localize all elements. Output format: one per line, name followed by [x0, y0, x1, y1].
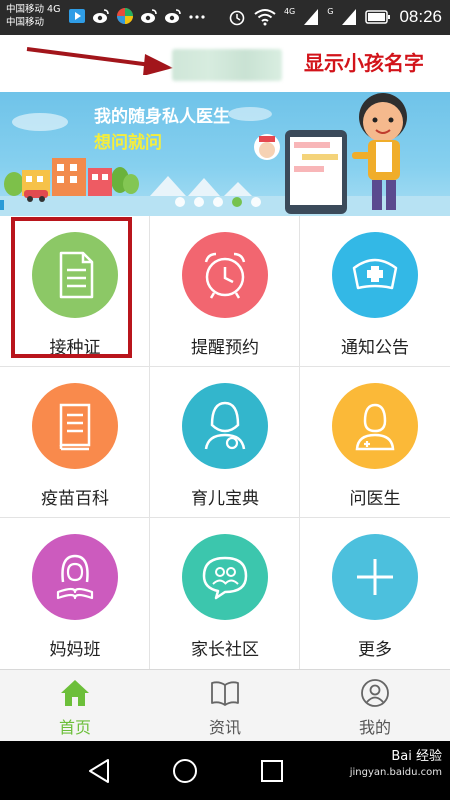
alarm-clock-icon: [204, 252, 246, 299]
weibo-icon: [93, 9, 109, 23]
tab-news[interactable]: 资讯: [150, 670, 300, 742]
menu-icon-circle: [332, 232, 418, 318]
system-navigation-bar: Bai 经验 jingyan.baidu.com: [0, 741, 450, 800]
mother-icon: [204, 401, 246, 450]
tab-mine[interactable]: 我的: [300, 670, 450, 742]
menu-icon-circle: [332, 534, 418, 620]
menu-item-parent-community[interactable]: 家长社区: [150, 518, 300, 669]
status-bar: 中国移动 4G 中国移动 4G G 08:26: [0, 0, 450, 35]
carousel-dot[interactable]: [213, 197, 223, 207]
carrier-2: 中国移动: [6, 17, 45, 28]
menu-icon-circle: [332, 383, 418, 469]
menu-icon-circle: [32, 534, 118, 620]
banner-title: 我的随身私人医生: [94, 107, 230, 127]
menu-item-parenting-guide[interactable]: 育儿宝典: [150, 367, 300, 518]
status-right: 4G G 08:26: [228, 7, 442, 27]
alarm-icon: [229, 10, 245, 26]
banner-edge-mark: [0, 200, 4, 210]
menu-label: 问医生: [349, 489, 401, 509]
signal-icon-2: [342, 9, 357, 25]
carousel-dot[interactable]: [194, 197, 204, 207]
watermark-text: Bai 经验: [391, 749, 442, 764]
media-icon: [69, 9, 85, 23]
carousel-dot-active[interactable]: [232, 197, 242, 207]
annotation-arrow: [26, 47, 173, 75]
child-name-header: 显示小孩名字: [0, 35, 450, 92]
annotation-highlight-box: [11, 217, 132, 358]
user-icon: [361, 679, 389, 707]
app-icon: [117, 8, 133, 24]
wifi-icon: [254, 9, 276, 26]
network-label-2: G: [327, 6, 334, 16]
menu-label: 更多: [358, 640, 392, 660]
carrier-1: 中国移动 4G: [6, 4, 61, 15]
menu-item-vaccine-encyclopedia[interactable]: 疫苗百科: [0, 367, 150, 518]
clock: 08:26: [399, 7, 442, 26]
tab-label: 我的: [358, 718, 391, 737]
plus-icon: [357, 559, 393, 595]
carousel-dot[interactable]: [251, 197, 261, 207]
menu-icon-circle: [182, 534, 268, 620]
annotation-text: 显示小孩名字: [304, 51, 424, 75]
more-icon: [189, 15, 205, 19]
child-name: [172, 49, 282, 81]
weibo-icon: [141, 9, 157, 23]
bottom-navigation: 首页 资讯 我的: [0, 669, 450, 741]
menu-icon-circle: [32, 383, 118, 469]
home-icon: [61, 680, 89, 706]
tab-label: 资讯: [208, 718, 241, 737]
open-book-icon: [211, 681, 239, 706]
menu-label: 家长社区: [191, 640, 259, 660]
menu-label: 疫苗百科: [41, 489, 109, 509]
carousel-dot[interactable]: [175, 197, 185, 207]
notification-icons: [68, 7, 206, 25]
menu-label: 提醒预约: [191, 338, 259, 358]
menu-item-announcements[interactable]: 通知公告: [300, 216, 450, 367]
menu-icon-circle: [182, 232, 268, 318]
doctor-icon: [355, 403, 395, 451]
menu-item-ask-doctor[interactable]: 问医生: [300, 367, 450, 518]
battery-icon: [365, 10, 391, 24]
carrier-info: 中国移动 4G 中国移动: [6, 3, 60, 29]
nurse-cap-icon: [352, 258, 398, 290]
home-button-icon[interactable]: [171, 757, 199, 785]
menu-item-reminder-appointment[interactable]: 提醒预约: [150, 216, 300, 367]
woman-reading-icon: [56, 554, 94, 600]
menu-item-mom-class[interactable]: 妈妈班: [0, 518, 150, 669]
menu-item-more[interactable]: 更多: [300, 518, 450, 669]
promo-banner[interactable]: 我的随身私人医生 想问就问: [0, 92, 450, 216]
watermark-url: jingyan.baidu.com: [349, 767, 442, 778]
recents-icon[interactable]: [258, 757, 286, 785]
menu-label: 育儿宝典: [191, 489, 259, 509]
back-icon[interactable]: [86, 757, 114, 785]
menu-label: 妈妈班: [49, 640, 101, 660]
carousel-indicator[interactable]: [175, 197, 261, 207]
menu-label: 通知公告: [341, 338, 409, 358]
menu-icon-circle: [182, 383, 268, 469]
signal-icon-1: [304, 9, 319, 25]
book-icon: [59, 403, 91, 451]
weibo-icon: [165, 9, 181, 23]
network-label-1: 4G: [283, 6, 296, 16]
banner-subtitle: 想问就问: [94, 133, 162, 153]
community-icon: [202, 556, 248, 600]
watermark: Bai 经验 jingyan.baidu.com: [350, 749, 442, 781]
tab-label: 首页: [58, 718, 91, 737]
tab-home[interactable]: 首页: [0, 670, 150, 742]
